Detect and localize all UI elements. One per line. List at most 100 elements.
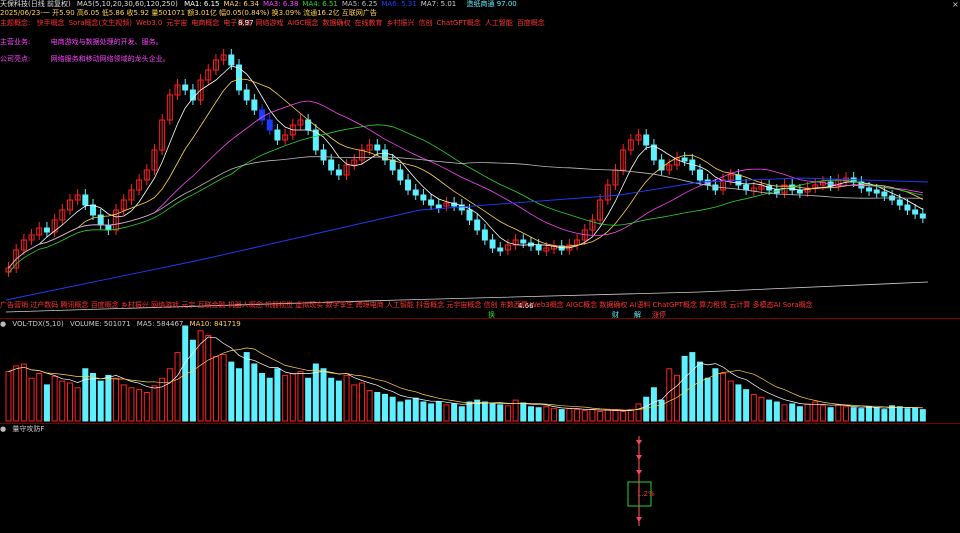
candle-body bbox=[397, 169, 404, 181]
volume-bar bbox=[381, 393, 388, 422]
candle-body bbox=[912, 209, 919, 215]
candle-body bbox=[904, 204, 911, 211]
candle-body bbox=[251, 99, 258, 111]
volume-bar bbox=[320, 368, 327, 422]
volume-bar bbox=[443, 404, 450, 422]
candle-body bbox=[481, 229, 488, 241]
volume-bar bbox=[13, 365, 20, 422]
volume-bar bbox=[43, 384, 50, 422]
volume-bar bbox=[912, 407, 919, 422]
volume-bar bbox=[704, 377, 711, 422]
candle-body bbox=[643, 134, 650, 146]
volume-bar bbox=[90, 373, 97, 422]
volume-bar bbox=[128, 387, 135, 422]
ma5-line bbox=[8, 156, 923, 269]
indicator-value: 1.2% bbox=[637, 490, 655, 498]
volume-bar bbox=[581, 410, 588, 422]
indicator-marker bbox=[636, 517, 642, 522]
candle-body bbox=[412, 189, 419, 196]
volume-bar bbox=[366, 390, 373, 422]
volume-bar bbox=[113, 377, 120, 422]
volume-bar bbox=[697, 361, 703, 422]
indicator-title[interactable]: 量守攻防F bbox=[12, 425, 44, 433]
volume-bar bbox=[259, 373, 266, 422]
volume-title[interactable]: VOL-TDX(5,10) bbox=[12, 320, 63, 328]
volume-bar bbox=[604, 409, 611, 422]
volume-bar bbox=[274, 368, 281, 422]
volume-bar bbox=[174, 352, 181, 422]
candle-body bbox=[435, 204, 442, 209]
volume-bar bbox=[666, 368, 673, 422]
volume-bar bbox=[658, 399, 665, 422]
candle-body bbox=[535, 244, 542, 251]
volume-header: ● VOL-TDX(5,10) VOLUME: 501071 MA5: 5844… bbox=[0, 320, 245, 329]
volume-bar bbox=[896, 406, 903, 422]
volume-bar bbox=[358, 382, 365, 422]
volume-bar bbox=[74, 387, 81, 422]
volume-bar bbox=[236, 368, 242, 422]
volume-bar bbox=[59, 380, 66, 422]
indicator-dot-icon: ● bbox=[0, 425, 7, 433]
volume-bar bbox=[643, 396, 650, 422]
volume-bar bbox=[351, 384, 358, 422]
volume-bar bbox=[435, 401, 442, 422]
volume-bar bbox=[159, 377, 166, 422]
volume-bar bbox=[412, 397, 419, 422]
candle-body bbox=[881, 191, 888, 197]
candle-body bbox=[474, 219, 481, 231]
volume-bar bbox=[289, 373, 296, 422]
candle-body bbox=[43, 227, 50, 233]
volume-bar bbox=[282, 374, 289, 422]
candle-body bbox=[896, 199, 903, 206]
volume-bar bbox=[243, 352, 250, 422]
volume-bar bbox=[374, 392, 381, 422]
volume-bar bbox=[904, 408, 911, 422]
volume-bar bbox=[919, 409, 926, 422]
indicator-marker bbox=[636, 455, 642, 460]
volume-bar bbox=[612, 410, 619, 422]
volume-bar bbox=[842, 406, 849, 422]
volume-bar bbox=[420, 401, 427, 422]
volume-bar bbox=[735, 384, 742, 422]
candle-body bbox=[182, 84, 189, 91]
volume-bar bbox=[650, 387, 657, 422]
volume-bar bbox=[105, 374, 112, 422]
volume-bar bbox=[766, 399, 773, 422]
volume-bar bbox=[750, 393, 757, 422]
ma2-line bbox=[8, 78, 923, 269]
volume-bar bbox=[858, 408, 865, 422]
volume-bar bbox=[189, 339, 196, 422]
volume-ma10: MA10: 841719 bbox=[189, 320, 241, 328]
volume-bar bbox=[497, 404, 504, 422]
volume-bar bbox=[335, 380, 342, 422]
volume-bar bbox=[635, 403, 642, 422]
ma1-line bbox=[8, 65, 923, 269]
volume-bar bbox=[589, 409, 596, 422]
candle-body bbox=[82, 194, 89, 206]
volume-bar bbox=[389, 396, 396, 422]
volume-bar bbox=[5, 371, 12, 422]
candle-body bbox=[405, 179, 412, 191]
volume-bar bbox=[789, 403, 796, 422]
candle-body bbox=[489, 239, 496, 249]
kline-chart[interactable] bbox=[0, 0, 960, 533]
volume-bar bbox=[819, 405, 826, 422]
candle-body bbox=[374, 144, 381, 151]
volume-bar bbox=[151, 385, 158, 422]
volume-bar bbox=[804, 403, 811, 422]
candle-body bbox=[389, 159, 396, 171]
volume-bar bbox=[866, 406, 873, 422]
volume-bar bbox=[220, 354, 227, 422]
volume-bar bbox=[812, 401, 819, 422]
candle-body bbox=[243, 89, 250, 101]
candle-body bbox=[335, 169, 342, 176]
volume-bar bbox=[466, 401, 473, 422]
candle-body bbox=[697, 169, 703, 181]
candle-body bbox=[320, 149, 327, 161]
candle-body bbox=[328, 159, 335, 171]
volume-bar bbox=[343, 374, 350, 422]
candle-body bbox=[236, 64, 242, 91]
volume-bar bbox=[328, 377, 335, 422]
candle-body bbox=[712, 184, 719, 191]
volume-bar bbox=[574, 409, 581, 422]
